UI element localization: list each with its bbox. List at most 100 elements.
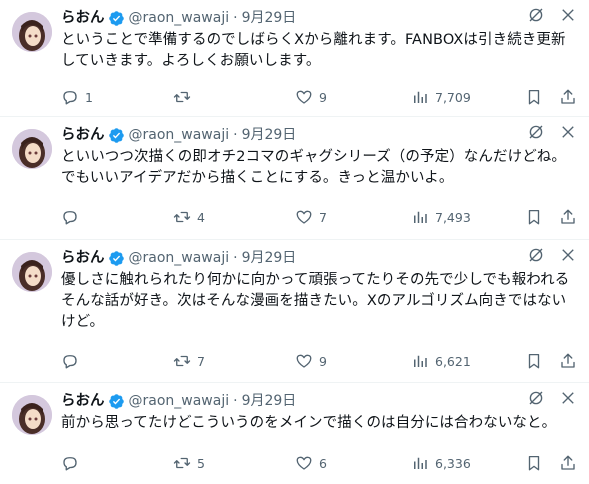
views-icon <box>414 211 427 223</box>
views-count: 6,621 <box>435 353 471 369</box>
display-name[interactable]: らおん <box>61 8 105 28</box>
views-count: 7,493 <box>435 209 471 225</box>
display-name[interactable]: らおん <box>61 391 105 411</box>
tweet-header: らおん @raon_wawaji · 9月29日 <box>61 125 577 145</box>
share-button[interactable] <box>559 454 577 472</box>
timestamp[interactable]: 9月29日 <box>242 125 297 145</box>
reply-button[interactable] <box>61 208 85 226</box>
separator: · <box>233 127 238 143</box>
separator: · <box>233 393 238 409</box>
views-button[interactable]: 7,493 <box>411 208 471 226</box>
views-button[interactable]: 6,621 <box>411 352 471 370</box>
reply-count: 1 <box>85 89 93 105</box>
tweet[interactable]: らおん @raon_wawaji · 9月29日 優しさに触れられたり何かに向か… <box>0 240 589 383</box>
verified-badge-icon <box>108 393 125 410</box>
tweet[interactable]: らおん @raon_wawaji · 9月29日 ということで準備するのでしばら… <box>0 0 589 117</box>
bookmark-icon <box>528 209 540 225</box>
tweet-header: らおん @raon_wawaji · 9月29日 <box>61 248 577 268</box>
avatar[interactable] <box>12 12 52 52</box>
avatar[interactable] <box>12 395 52 435</box>
verified-badge-icon <box>108 127 125 144</box>
tweet-header: らおん @raon_wawaji · 9月29日 <box>61 391 577 411</box>
like-button[interactable]: 9 <box>295 88 327 106</box>
timeline: らおん @raon_wawaji · 9月29日 ということで準備するのでしばら… <box>0 0 589 484</box>
like-button[interactable]: 7 <box>295 208 327 226</box>
grok-icon[interactable] <box>527 389 545 413</box>
retweet-icon <box>173 91 191 103</box>
views-button[interactable]: 6,336 <box>411 454 471 472</box>
views-count: 6,336 <box>435 455 471 471</box>
bookmark-icon <box>528 89 540 105</box>
verified-badge-icon <box>108 250 125 267</box>
share-button[interactable] <box>559 88 577 106</box>
more-icon[interactable] <box>559 6 577 30</box>
share-button[interactable] <box>559 352 577 370</box>
bookmark-button[interactable] <box>525 454 543 472</box>
retweet-icon <box>173 355 191 367</box>
more-icon[interactable] <box>559 123 577 147</box>
timestamp[interactable]: 9月29日 <box>242 248 297 268</box>
reply-icon <box>63 91 77 105</box>
reply-icon <box>63 457 77 471</box>
separator: · <box>233 10 238 26</box>
like-icon <box>296 354 312 368</box>
action-bar: 7 9 6,621 <box>61 351 577 371</box>
more-icon[interactable] <box>559 389 577 413</box>
views-button[interactable]: 7,709 <box>411 88 471 106</box>
like-count: 9 <box>319 353 327 369</box>
reply-icon <box>63 355 77 369</box>
reply-icon <box>63 211 77 225</box>
share-icon <box>561 209 575 224</box>
action-bar: 1 9 7,709 <box>61 87 577 107</box>
bookmark-icon <box>528 353 540 369</box>
reply-button[interactable] <box>61 352 85 370</box>
like-button[interactable]: 6 <box>295 454 327 472</box>
timestamp[interactable]: 9月29日 <box>242 8 297 28</box>
views-count: 7,709 <box>435 89 471 105</box>
views-icon <box>414 355 427 367</box>
bookmark-button[interactable] <box>525 208 543 226</box>
tweet-text: 優しさに触れられたり何かに向かって頑張ってたりその先で少しでも報われるそんな話が… <box>61 272 570 330</box>
bookmark-button[interactable] <box>525 88 543 106</box>
avatar[interactable] <box>12 252 52 292</box>
handle[interactable]: @raon_wawaji <box>129 391 230 411</box>
action-bar: 5 6 6,336 <box>61 453 577 473</box>
display-name[interactable]: らおん <box>61 125 105 145</box>
tweet-text: ということで準備するのでしばらくXから離れます。FANBOXは引き続き更新してい… <box>61 32 566 69</box>
views-icon <box>414 91 427 103</box>
grok-icon[interactable] <box>527 6 545 30</box>
bookmark-icon <box>528 455 540 471</box>
tweet-text: 前から思ってたけどこういうのをメインで描くのは自分には合わないなと。 <box>61 415 557 431</box>
tweet[interactable]: らおん @raon_wawaji · 9月29日 前から思ってたけどこういうのを… <box>0 383 589 484</box>
grok-icon[interactable] <box>527 246 545 270</box>
tweet[interactable]: らおん @raon_wawaji · 9月29日 といいつつ次描くの即オチ2コマ… <box>0 117 589 240</box>
retweet-button[interactable]: 5 <box>173 454 205 472</box>
retweet-button[interactable] <box>173 88 197 106</box>
bookmark-button[interactable] <box>525 352 543 370</box>
handle[interactable]: @raon_wawaji <box>129 125 230 145</box>
retweet-button[interactable]: 7 <box>173 352 205 370</box>
display-name[interactable]: らおん <box>61 248 105 268</box>
more-icon[interactable] <box>559 246 577 270</box>
timestamp[interactable]: 9月29日 <box>242 391 297 411</box>
share-button[interactable] <box>559 208 577 226</box>
retweet-count: 7 <box>197 353 205 369</box>
retweet-button[interactable]: 4 <box>173 208 205 226</box>
share-icon <box>561 455 575 470</box>
separator: · <box>233 250 238 266</box>
like-count: 7 <box>319 209 327 225</box>
like-count: 9 <box>319 89 327 105</box>
reply-button[interactable] <box>61 454 85 472</box>
grok-icon[interactable] <box>527 123 545 147</box>
like-icon <box>296 456 312 470</box>
like-count: 6 <box>319 455 327 471</box>
handle[interactable]: @raon_wawaji <box>129 248 230 268</box>
avatar[interactable] <box>12 129 52 169</box>
like-button[interactable]: 9 <box>295 352 327 370</box>
action-bar: 4 7 7,493 <box>61 207 577 227</box>
retweet-count: 4 <box>197 209 205 225</box>
reply-button[interactable]: 1 <box>61 88 93 106</box>
retweet-icon <box>173 457 191 469</box>
handle[interactable]: @raon_wawaji <box>129 8 230 28</box>
verified-badge-icon <box>108 10 125 27</box>
